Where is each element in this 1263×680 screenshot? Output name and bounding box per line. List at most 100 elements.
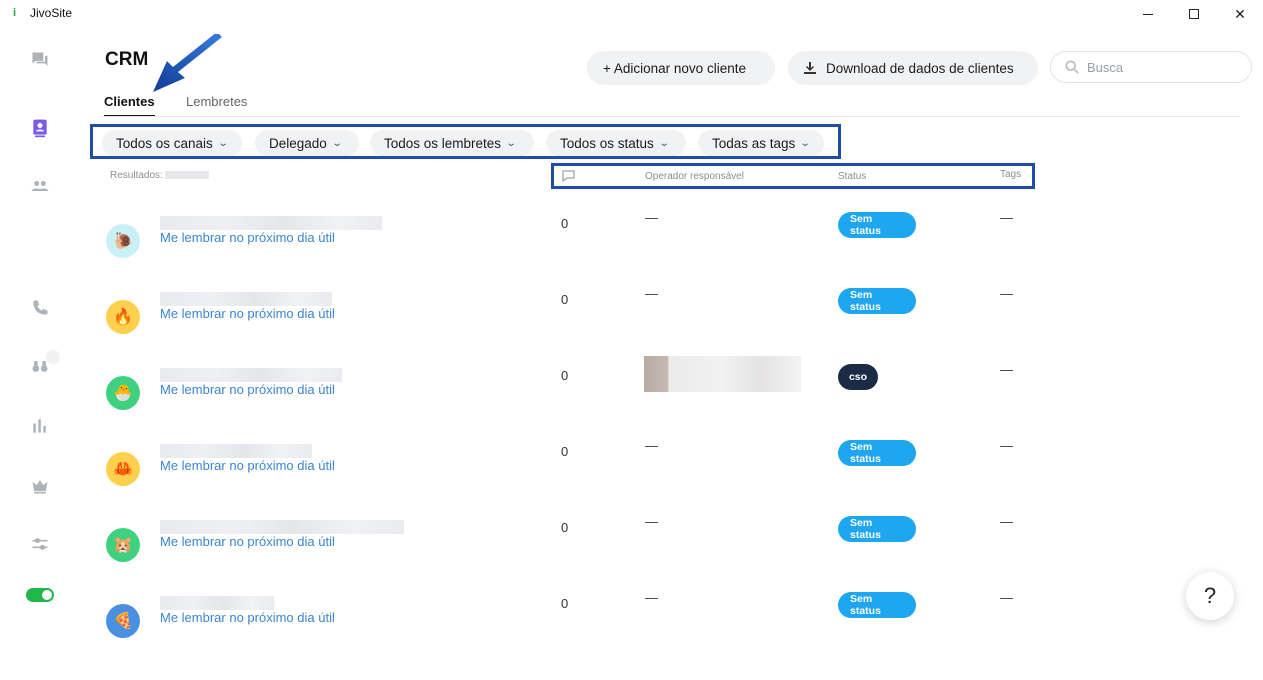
filter-status[interactable]: Todos os status ⌄: [546, 130, 686, 156]
sidebar-item-reports[interactable]: [28, 414, 52, 438]
client-name-redacted: [160, 292, 332, 306]
filter-label: Todos os canais: [116, 135, 213, 151]
chat-bubble-icon: [562, 170, 575, 183]
tags-value: —: [1000, 362, 1013, 377]
chevron-down-icon: ⌄: [217, 137, 229, 149]
team-icon: [31, 181, 49, 191]
status-badge[interactable]: cso: [838, 364, 878, 390]
contact-card-icon: [33, 119, 47, 138]
operator-value: —: [645, 514, 658, 529]
reminder-link[interactable]: Me lembrar no próximo dia útil: [160, 534, 335, 549]
filter-channels[interactable]: Todos os canais ⌄: [102, 130, 242, 156]
reminder-link[interactable]: Me lembrar no próximo dia útil: [160, 458, 335, 473]
chats-icon: [32, 52, 48, 66]
reminder-link[interactable]: Me lembrar no próximo dia útil: [160, 610, 335, 625]
client-name-redacted: [160, 368, 342, 382]
redacted-count: [164, 171, 209, 180]
search-box[interactable]: [1050, 51, 1252, 83]
chevron-down-icon: ⌄: [331, 137, 343, 149]
avatar: 🔥: [106, 300, 140, 334]
column-header-operator[interactable]: Operador responsável: [645, 171, 744, 182]
avatar: 🐣: [106, 376, 140, 410]
sidebar-item-crm[interactable]: [28, 116, 52, 140]
chat-count: 0: [561, 216, 569, 231]
chat-count: 0: [561, 520, 569, 535]
avatar: 🍕: [106, 604, 140, 638]
tags-value: —: [1000, 514, 1013, 529]
operator-value: —: [645, 286, 658, 301]
status-badge[interactable]: Sem status: [838, 516, 916, 542]
filter-assigned[interactable]: Delegado ⌄: [255, 130, 359, 156]
column-header-tags[interactable]: Tags: [1000, 169, 1021, 180]
add-client-button[interactable]: + Adicionar novo cliente: [587, 51, 775, 85]
download-client-data-button[interactable]: Download de dados de clientes: [788, 51, 1038, 85]
filter-label: Delegado: [269, 135, 327, 151]
status-badge[interactable]: Sem status: [838, 212, 916, 238]
filter-label: Todos os lembretes: [384, 135, 502, 151]
sliders-icon: [32, 538, 48, 550]
annotation-arrow-icon: [153, 34, 222, 92]
chevron-down-icon: ⌄: [658, 137, 670, 149]
toggle-knob: [42, 590, 52, 600]
tags-value: —: [1000, 210, 1013, 225]
tags-value: —: [1000, 438, 1013, 453]
minimize-button[interactable]: [1125, 0, 1171, 28]
sidebar-item-chats[interactable]: [28, 48, 52, 72]
operator-value: —: [645, 210, 658, 225]
operator-value: —: [645, 438, 658, 453]
tabs-divider: [100, 116, 1240, 117]
status-badge[interactable]: Sem status: [838, 440, 916, 466]
avatar: 🐹: [106, 528, 140, 562]
columns-highlight-box: [551, 163, 1035, 189]
sidebar-item-calls[interactable]: [28, 296, 52, 320]
operator-redacted: [644, 356, 801, 392]
tags-value: —: [1000, 286, 1013, 301]
client-name-redacted: [160, 216, 382, 230]
filter-tags[interactable]: Todas as tags ⌄: [698, 130, 824, 156]
status-badge[interactable]: Sem status: [838, 288, 916, 314]
operator-value: —: [645, 590, 658, 605]
sidebar-item-premium[interactable]: [28, 474, 52, 498]
page-title: CRM: [105, 49, 149, 70]
minimize-icon: [1143, 13, 1153, 15]
tab-clients[interactable]: Clientes: [104, 94, 155, 117]
filter-reminders[interactable]: Todos os lembretes ⌄: [370, 130, 534, 156]
download-label: Download de dados de clientes: [826, 60, 1014, 76]
chat-count: 0: [561, 292, 569, 307]
crown-icon: [32, 480, 48, 494]
status-badge[interactable]: Sem status: [838, 592, 916, 618]
avatar: 🐌: [106, 224, 140, 258]
reminder-link[interactable]: Me lembrar no próximo dia útil: [160, 306, 335, 321]
chat-count: 0: [561, 368, 569, 383]
reminder-link[interactable]: Me lembrar no próximo dia útil: [160, 230, 335, 245]
binoculars-icon: [32, 361, 48, 372]
sidebar-item-visitors[interactable]: [28, 354, 52, 378]
bar-chart-icon: [33, 419, 46, 433]
close-icon: ✕: [1234, 5, 1246, 22]
help-button[interactable]: ?: [1186, 572, 1234, 620]
sidebar: [0, 28, 80, 639]
chat-count: 0: [561, 444, 569, 459]
tags-value: —: [1000, 590, 1013, 605]
tab-reminders[interactable]: Lembretes: [186, 94, 247, 109]
chat-count: 0: [561, 596, 569, 611]
close-button[interactable]: ✕: [1217, 0, 1263, 28]
results-label: Resultados:: [110, 170, 163, 181]
filter-label: Todas as tags: [712, 135, 796, 151]
sidebar-item-settings[interactable]: [28, 532, 52, 556]
reminder-link[interactable]: Me lembrar no próximo dia útil: [160, 382, 335, 397]
app-icon: i: [13, 7, 17, 19]
phone-icon: [33, 300, 48, 315]
maximize-button[interactable]: [1171, 0, 1217, 28]
search-input[interactable]: [1087, 59, 1237, 75]
sidebar-item-team[interactable]: [28, 174, 52, 198]
online-toggle[interactable]: [26, 588, 54, 602]
chevron-down-icon: ⌄: [800, 137, 811, 149]
filter-label: Todos os status: [560, 135, 654, 151]
client-name-redacted: [160, 444, 312, 458]
maximize-icon: [1189, 9, 1199, 19]
column-header-chats[interactable]: [562, 170, 575, 185]
table-row[interactable]: 🍕 Me lembrar no próximo dia útil 0 — Sem…: [100, 590, 1200, 680]
avatar: 🦀: [106, 452, 140, 486]
column-header-status[interactable]: Status: [838, 171, 866, 182]
